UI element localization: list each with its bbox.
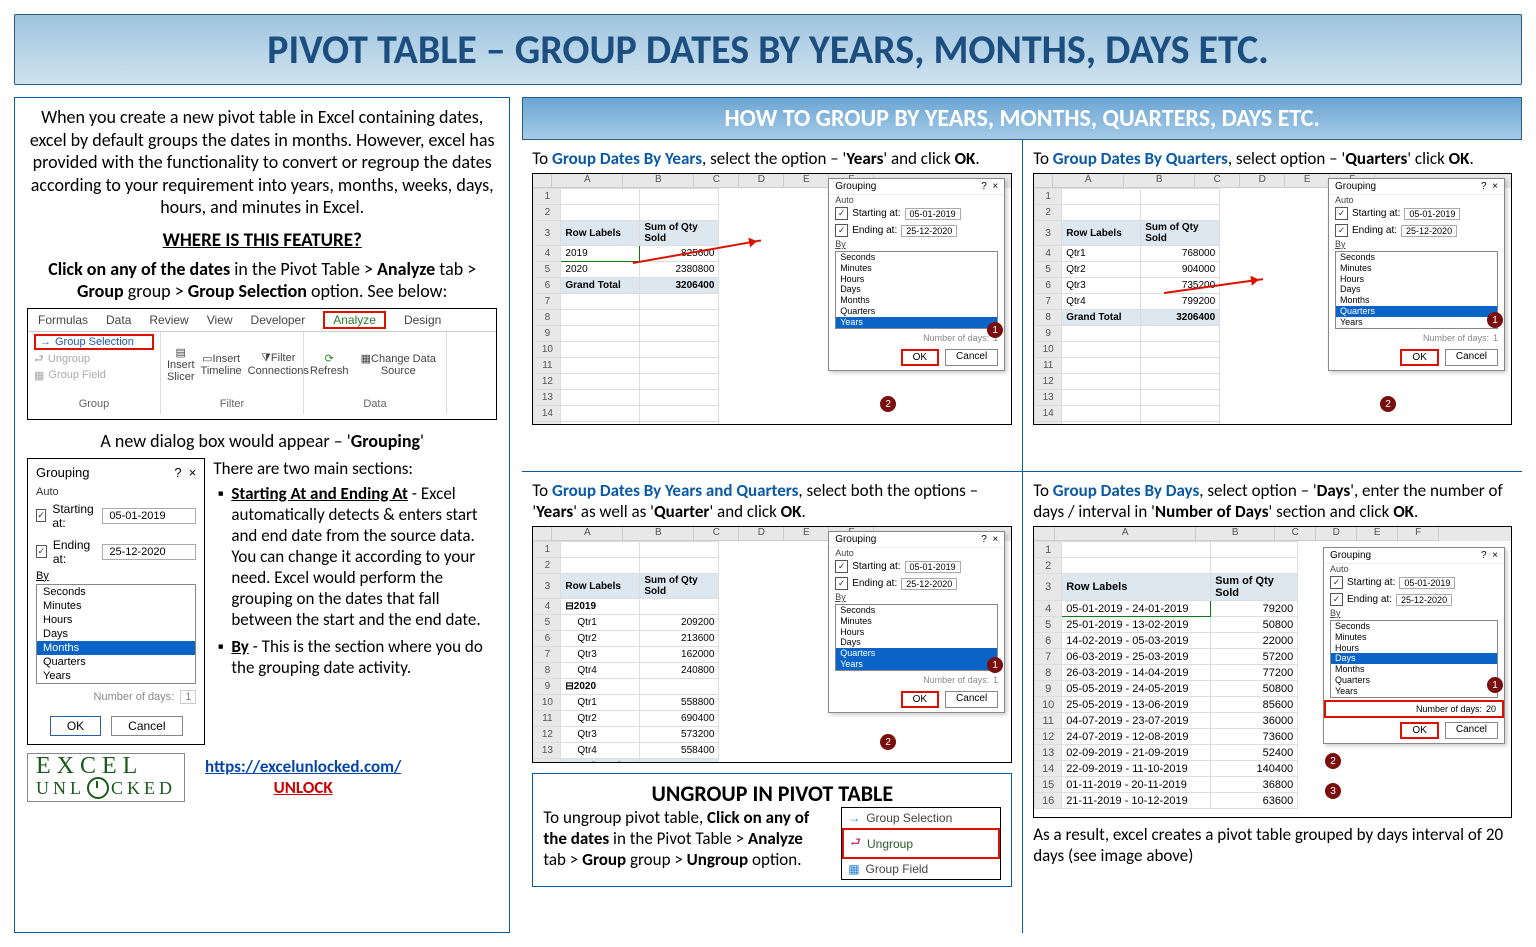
grouping-dialog: Grouping ? × Auto ✓ Starting at: 05-01-2019… (27, 458, 205, 745)
ok-button: OK (50, 716, 101, 736)
ending-at-value: 25-12-2020 (102, 544, 196, 560)
arrow-right-icon: → (40, 336, 51, 348)
arrow-right-icon: → (848, 811, 860, 825)
right-panel: HOW TO GROUP BY YEARS, MONTHS, QUARTERS,… (522, 97, 1522, 933)
where-heading: WHERE IS THIS FEATURE? (27, 229, 497, 252)
right-subhead: HOW TO GROUP BY YEARS, MONTHS, QUARTERS,… (522, 97, 1522, 140)
unlock-label: UNLOCK (205, 777, 401, 798)
numdays-label: Number of days: (94, 691, 175, 703)
cell-years: To Group Dates By Years, select the opti… (522, 140, 1022, 472)
tab-formulas: Formulas (38, 313, 88, 327)
ribbon-filter-label: Filter (161, 398, 304, 414)
page-title: PIVOT TABLE – GROUP DATES BY YEARS, MONT… (14, 14, 1522, 85)
slicer-icon: ▤ (176, 346, 186, 359)
clock-icon (87, 777, 109, 799)
step-badge-2: 2 (880, 396, 896, 412)
list-item-selected: Months (37, 641, 195, 655)
ribbon-screenshot: Formulas Data Review View Developer Anal… (27, 308, 497, 420)
ribbon-refresh: ⟳Refresh (310, 352, 349, 377)
ungroup-box: UNGROUP IN PIVOT TABLE To ungroup pivot … (532, 773, 1012, 887)
dialog-caption: A new dialog box would appear – 'Groupin… (27, 430, 497, 452)
screenshot-years: ABCDEF 1 2 3Row LabelsSum of Qty Sold 42… (532, 173, 1012, 425)
group-field-icon: ▦ (848, 862, 859, 876)
tab-data: Data (106, 313, 131, 327)
starting-at-label: Starting at: (52, 502, 96, 530)
tab-developer: Developer (251, 313, 306, 327)
step-badge-1: 1 (1487, 677, 1503, 693)
ribbon-change-data-source: ▦Change Data Source (357, 352, 440, 377)
ok-button: OK (901, 349, 939, 366)
close-icon: ? × (981, 181, 998, 192)
ribbon-group-label: Group (28, 398, 161, 414)
numdays-value: 1 (180, 690, 196, 704)
tab-analyze: Analyze (323, 311, 386, 329)
starting-at-value: 05-01-2019 (102, 508, 196, 524)
step-badge-1: 1 (1487, 312, 1503, 328)
ribbon-insert-slicer: ▤Insert Slicer (167, 346, 195, 383)
screenshot-years-quarters: ABCDEF 1 2 3Row LabelsSum of Qty Sold 4⊟… (532, 526, 1012, 763)
click-instruction: Click on any of the dates in the Pivot T… (27, 258, 497, 302)
screenshot-days: ABCDEF 1 2 3Row LabelsSum of Qty Sold 40… (1033, 526, 1512, 818)
step-badge-2: 2 (1325, 753, 1341, 769)
list-item: Quarters (37, 655, 195, 669)
screenshot-quarters: ABCDEF 1 2 3Row LabelsSum of Qty Sold 4Q… (1033, 173, 1512, 425)
list-item: Hours (37, 613, 195, 627)
dialog-auto-label: Auto (28, 486, 204, 498)
ribbon-ungroup: ⮐Ungroup (34, 350, 154, 369)
grouping-mini-dialog: Grouping? × Auto ✓Starting at:05-01-2019… (1323, 547, 1505, 744)
step-badge-2: 2 (1380, 396, 1396, 412)
ungroup-title: UNGROUP IN PIVOT TABLE (543, 780, 1001, 807)
grouping-mini-dialog: Grouping? × Auto ✓Starting at:05-01-2019… (828, 178, 1005, 371)
ribbon-insert-timeline: ▭Insert Timeline (201, 352, 242, 377)
cancel-button: Cancel (111, 716, 182, 736)
ungroup-icon: ⮐ (850, 833, 861, 854)
ribbon-data-label: Data (304, 398, 447, 414)
left-panel: When you create a new pivot table in Exc… (14, 97, 510, 933)
filter-icon: ⧩ (261, 352, 271, 365)
grouping-list: Seconds Minutes Hours Days Months Quarte… (36, 584, 196, 684)
list-item: Years (37, 669, 195, 683)
tab-view: View (207, 313, 233, 327)
refresh-icon: ⟳ (325, 352, 334, 365)
cell-years-quarters: To Group Dates By Years and Quarters, se… (522, 472, 1022, 933)
timeline-icon: ▭ (202, 352, 212, 365)
list-item: Days (37, 627, 195, 641)
site-link[interactable]: https://excelunlocked.com/ UNLOCK (205, 756, 401, 798)
grouping-mini-dialog: Grouping? × Auto ✓Starting at:05-01-2019… (828, 531, 1005, 713)
checkbox-icon: ✓ (36, 509, 46, 522)
intro-text: When you create a new pivot table in Exc… (27, 106, 497, 219)
ribbon-group-field: ▦Group Field (34, 369, 154, 382)
excel-unlocked-logo: EXCEL UNLCKED (27, 753, 185, 803)
by-label: By (28, 570, 204, 582)
cell-days: To Group Dates By Days, select option – … (1022, 472, 1522, 933)
step-badge-2: 2 (880, 734, 896, 750)
sections-text: There are two main sections: Starting At… (213, 458, 497, 745)
days-result-text: As a result, excel creates a pivot table… (1033, 824, 1512, 866)
tab-review: Review (149, 313, 188, 327)
list-item: Seconds (37, 585, 195, 599)
cancel-button: Cancel (945, 349, 998, 366)
ribbon-filter-connections: ⧩Filter Connections (248, 352, 309, 377)
step-badge-3: 3 (1325, 783, 1341, 799)
dialog-title: Grouping (36, 465, 89, 480)
checkbox-icon: ✓ (36, 545, 47, 558)
grouping-mini-dialog: Grouping? × Auto ✓Starting at:05-01-2019… (1328, 178, 1505, 371)
group-field-icon: ▦ (34, 369, 44, 382)
help-icon: ? × (174, 465, 196, 480)
ungroup-screenshot: →Group Selection ⮐Ungroup ▦Group Field (841, 807, 1001, 880)
cell-quarters: To Group Dates By Quarters, select optio… (1022, 140, 1522, 472)
ungroup-icon: ⮐ (34, 350, 44, 369)
data-source-icon: ▦ (361, 352, 371, 365)
ribbon-group-selection: →Group Selection (34, 334, 154, 350)
click-on-dates: Click on any of the dates (48, 258, 230, 280)
tab-design: Design (404, 313, 441, 327)
list-item: Minutes (37, 599, 195, 613)
ending-at-label: Ending at: (53, 538, 97, 566)
